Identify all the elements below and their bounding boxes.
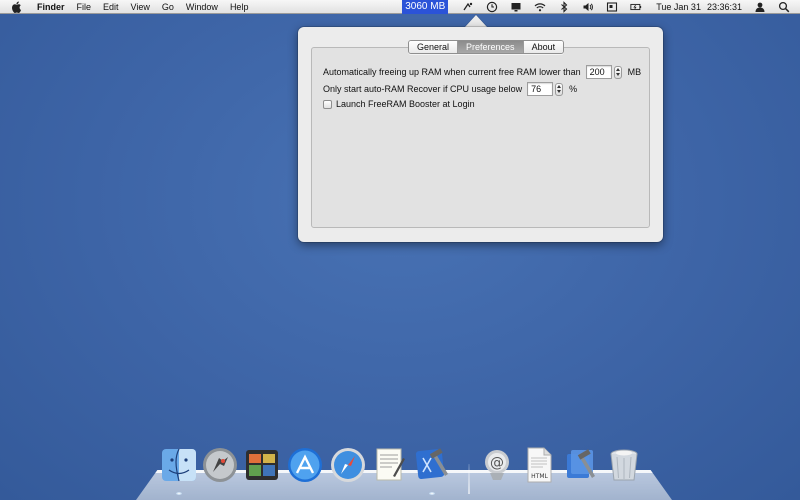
freeram-popover: General Preferences About Automatically … — [298, 27, 663, 242]
cpu-label: Only start auto-RAM Recover if CPU usage… — [323, 84, 523, 94]
safari-icon[interactable] — [329, 446, 367, 484]
stepper-down-icon — [615, 73, 620, 77]
menu-help[interactable]: Help — [224, 0, 255, 14]
free-ram-label: Automatically freeing up RAM when curren… — [323, 67, 581, 77]
input-source-icon[interactable] — [606, 1, 618, 13]
menu-window[interactable]: Window — [180, 0, 224, 14]
app-store-icon[interactable] — [286, 446, 324, 484]
launch-at-login-label[interactable]: Launch FreeRAM Booster at Login — [336, 99, 475, 109]
free-ram-input[interactable]: 200 — [585, 65, 612, 79]
tab-general[interactable]: General — [409, 41, 458, 53]
menu-edit[interactable]: Edit — [97, 0, 125, 14]
menu-go[interactable]: Go — [156, 0, 180, 14]
html-doc-label: HTML — [531, 473, 548, 480]
timemachine-icon[interactable] — [462, 1, 474, 13]
xcode-document-icon[interactable] — [563, 446, 601, 484]
finder-running-indicator — [176, 492, 182, 495]
tab-about[interactable]: About — [522, 41, 564, 53]
free-ram-row: Automatically freeing up RAM when curren… — [323, 65, 641, 79]
stepper-up-icon — [557, 84, 562, 88]
apple-menu-icon[interactable] — [11, 1, 23, 13]
tab-bar: General Preferences About — [408, 40, 565, 54]
cpu-unit: % — [569, 84, 578, 94]
stepper-up-icon — [615, 67, 620, 71]
xcode-running-indicator — [429, 492, 435, 495]
tab-preferences[interactable]: Preferences — [457, 41, 523, 53]
cpu-stepper[interactable] — [555, 82, 564, 96]
clock-time: 23:36:31 — [706, 2, 742, 12]
user-icon[interactable] — [754, 1, 766, 13]
display-icon[interactable] — [510, 1, 522, 13]
trash-icon[interactable] — [605, 446, 643, 484]
mail-icon[interactable]: @ — [478, 446, 516, 484]
menu-file[interactable]: File — [71, 0, 98, 14]
menu-clock[interactable]: Tue Jan 31 23:36:31 — [648, 2, 748, 12]
free-ram-unit: MB — [627, 67, 642, 77]
svg-text:@: @ — [490, 455, 504, 471]
wifi-icon[interactable] — [534, 1, 546, 13]
launchpad-icon[interactable] — [201, 446, 239, 484]
clock-day: Tue Jan 31 — [656, 2, 701, 12]
photo-booth-icon[interactable] — [243, 446, 281, 484]
menu-view[interactable]: View — [125, 0, 156, 14]
textedit-icon[interactable] — [371, 446, 409, 484]
free-ram-stepper[interactable] — [613, 65, 622, 79]
menu-bar: Finder File Edit View Go Window Help 306… — [0, 0, 800, 14]
html-document-icon[interactable]: HTML — [520, 446, 558, 484]
login-row: Launch FreeRAM Booster at Login — [323, 99, 475, 109]
finder-icon[interactable] — [160, 446, 198, 484]
ram-status-item[interactable]: 3060 MB — [402, 0, 449, 14]
launch-at-login-checkbox[interactable] — [323, 99, 332, 109]
clock-icon[interactable] — [486, 1, 498, 13]
cpu-input[interactable]: 76 — [527, 82, 554, 96]
xcode-icon[interactable] — [413, 446, 451, 484]
popover-arrow — [465, 15, 487, 27]
menu-app-name[interactable]: Finder — [35, 0, 71, 14]
spotlight-search-icon[interactable] — [778, 1, 790, 13]
cpu-row: Only start auto-RAM Recover if CPU usage… — [323, 82, 577, 96]
volume-icon[interactable] — [582, 1, 594, 13]
bluetooth-icon[interactable] — [558, 1, 570, 13]
dock-separator — [468, 464, 470, 494]
battery-icon[interactable] — [630, 1, 642, 13]
stepper-down-icon — [557, 90, 562, 94]
